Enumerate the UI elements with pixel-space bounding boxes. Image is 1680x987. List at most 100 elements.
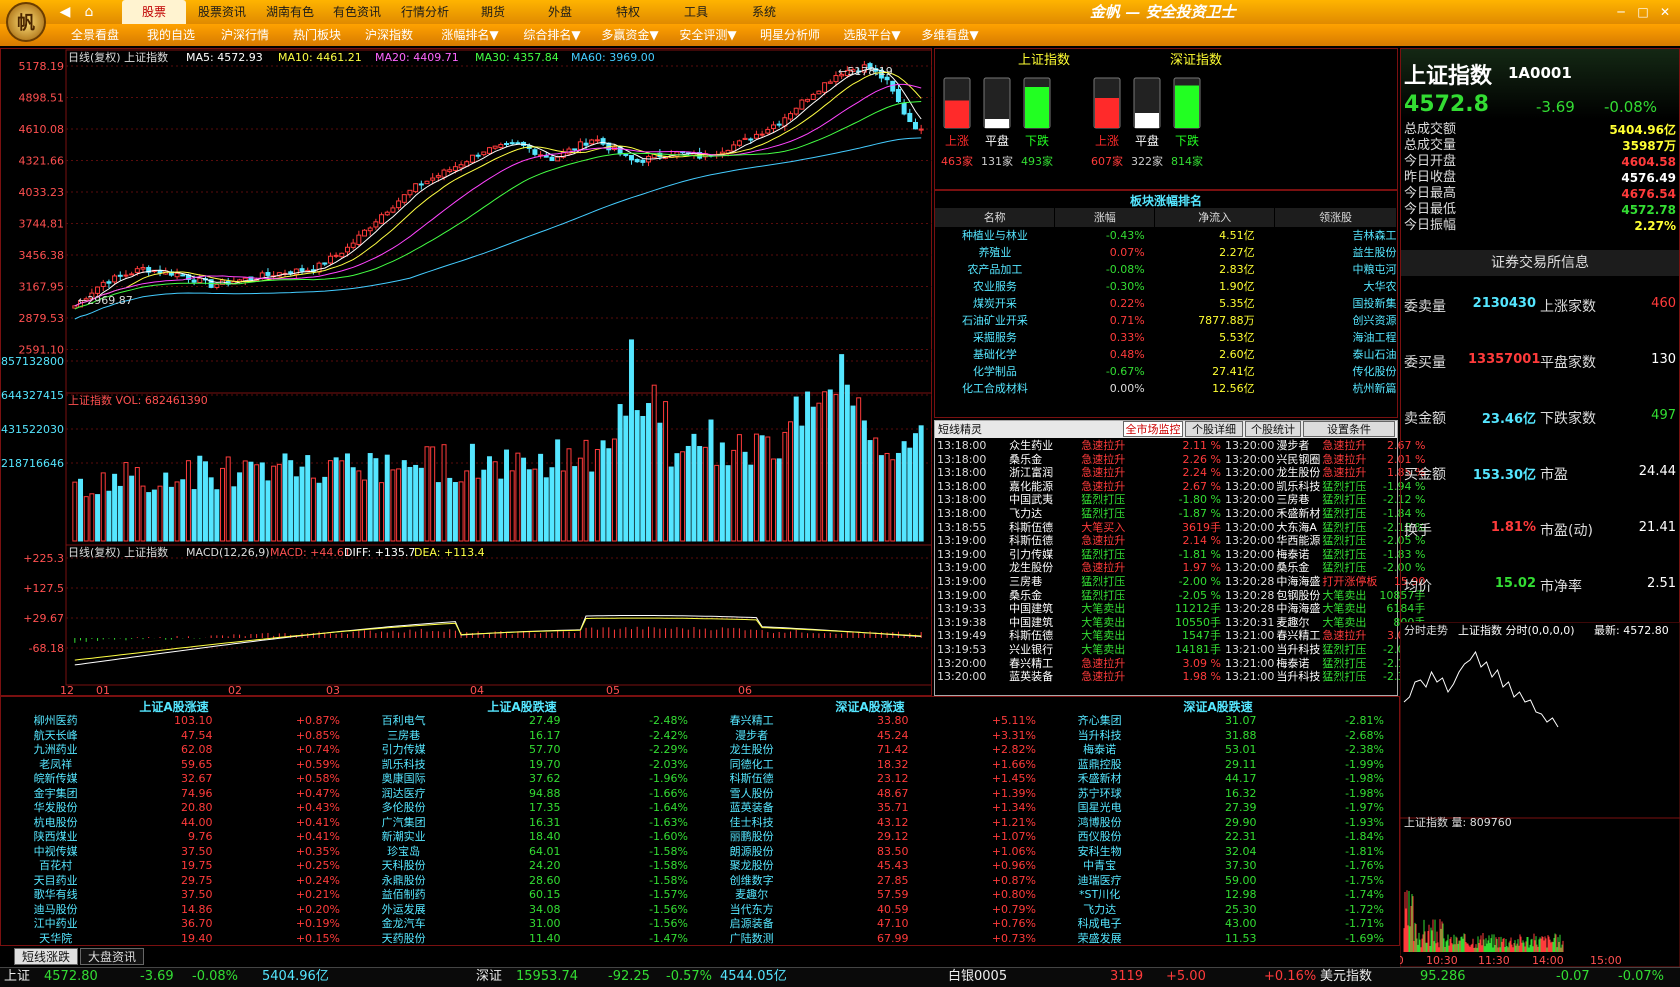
monitor-list-right[interactable]: 13:20:00 漫步者 急速拉升 2.67 % 13:20:00 兴民钢圈 急…	[1224, 439, 1426, 684]
rank-stock[interactable]: 歌华有线	[0, 888, 111, 903]
candle-body[interactable]	[805, 98, 811, 102]
board-row[interactable]: 农产品加工 -0.08% 2.83亿 中粮屯河	[935, 261, 1396, 278]
rank-row[interactable]: 百利电气 27.49 -2.48%	[348, 714, 688, 729]
candle-body[interactable]	[441, 169, 447, 178]
rank-stock[interactable]: 润达医疗	[348, 787, 459, 802]
rank-row[interactable]: 中青宝 37.30 -1.76%	[1044, 859, 1384, 874]
kline-chart[interactable]: 5178.19 4898.51 4610.08 4321.66 4033.23 3744.…	[0, 48, 932, 696]
monitor-stock[interactable]: 大东海A	[1275, 521, 1321, 535]
submenu-item-5[interactable]: 涨幅排名▼	[430, 24, 510, 46]
rank-stock[interactable]: 迪马股份	[0, 903, 111, 918]
board-leader[interactable]: 益生股份	[1275, 244, 1397, 261]
rank-stock[interactable]: 国星光电	[1044, 801, 1155, 816]
rank-stock[interactable]: 雪人股份	[696, 787, 807, 802]
monitor-stock[interactable]: 引力传媒	[1008, 548, 1080, 562]
rank-stock[interactable]: 朗源股份	[696, 845, 807, 860]
bottom-tab-1[interactable]: 大盘资讯	[80, 948, 144, 965]
rank-stock[interactable]: 齐心集团	[1044, 714, 1155, 729]
rank-stock[interactable]: 杭电股份	[0, 816, 111, 831]
rank-stock[interactable]: 禾盛新材	[1044, 772, 1155, 787]
candle-body[interactable]	[748, 138, 754, 141]
monitor-row[interactable]: 13:19:38 中国建筑 大笔卖出 10550手	[936, 616, 1222, 630]
rank-row[interactable]: 西仪股份 22.31 -1.84%	[1044, 830, 1384, 845]
monitor-row[interactable]: 13:18:55 科斯伍德 大笔买入 3619手	[936, 521, 1222, 535]
monitor-row[interactable]: 13:19:00 龙生股份 急速拉升 1.97 %	[936, 561, 1222, 575]
rank-row[interactable]: 安科生物 32.04 -1.81%	[1044, 845, 1384, 860]
candle-body[interactable]	[350, 242, 356, 248]
monitor-stock[interactable]: 中国建筑	[1008, 616, 1080, 630]
monitor-row[interactable]: 13:20:00 大东海A 猛烈打压 -2.18 %	[1224, 521, 1426, 535]
monitor-stock[interactable]: 麦趣尔	[1275, 616, 1321, 630]
rank-stock[interactable]: 启源装备	[696, 917, 807, 932]
monitor-row[interactable]: 13:20:28 中海海盛 打开涨停板 15.90	[1224, 575, 1426, 589]
candle-body[interactable]	[447, 169, 453, 173]
rank-row[interactable]: 天华院 19.40 +0.15%	[0, 932, 340, 947]
status-sz-name[interactable]: 深证	[476, 968, 502, 986]
rank-stock[interactable]: 当升科技	[1044, 729, 1155, 744]
monitor-stock[interactable]: 龙生股份	[1008, 561, 1080, 575]
board-name[interactable]: 采掘服务	[935, 329, 1055, 346]
rank-stock[interactable]: 引力传媒	[348, 743, 459, 758]
board-leader[interactable]: 传化股份	[1275, 363, 1397, 380]
rank-stock[interactable]: 百花村	[0, 859, 111, 874]
rank-stock[interactable]: 江中药业	[0, 917, 111, 932]
monitor-stock[interactable]: 当升科技	[1275, 643, 1321, 657]
board-col-header[interactable]: 领涨股	[1274, 208, 1397, 227]
board-row[interactable]: 化学制品 -0.67% 27.41亿 传化股份	[935, 363, 1397, 380]
rank-stock[interactable]: 丽鹏股份	[696, 830, 807, 845]
rank-row[interactable]: 广汽集团 16.31 -1.63%	[348, 816, 688, 831]
rank-stock[interactable]: 安科生物	[1044, 845, 1155, 860]
candle-body[interactable]	[719, 151, 725, 155]
candle-body[interactable]	[481, 151, 487, 156]
monitor-row[interactable]: 13:19:33 中国建筑 大笔卖出 11212手	[936, 602, 1222, 616]
candle-body[interactable]	[401, 194, 407, 203]
monitor-row[interactable]: 13:19:53 兴业银行 大笔卖出 14181手	[936, 643, 1222, 657]
status-usd-name[interactable]: 美元指数	[1320, 968, 1372, 986]
rank-row[interactable]: 皖新传媒 32.67 +0.58%	[0, 772, 340, 787]
board-name[interactable]: 养殖业	[935, 244, 1055, 261]
candle-body[interactable]	[106, 281, 112, 284]
rank-row[interactable]: 龙生股份 71.42 +2.82%	[696, 743, 1036, 758]
monitor-row[interactable]: 13:20:28 包钢股份 大笔卖出 10857手	[1224, 589, 1426, 603]
rank-stock[interactable]: 多伦股份	[348, 801, 459, 816]
rank-stock[interactable]: 迪瑞医疗	[1044, 874, 1155, 889]
candle-body[interactable]	[197, 277, 203, 284]
monitor-stock[interactable]: 中海海盛	[1275, 602, 1321, 616]
candle-body[interactable]	[498, 144, 504, 148]
submenu-item-1[interactable]: 我的自选	[136, 24, 206, 46]
board-name[interactable]: 农业服务	[935, 278, 1055, 295]
rank-row[interactable]: 益佰制药 60.15 -1.57%	[348, 888, 688, 903]
candle-body[interactable]	[799, 99, 805, 110]
rank-row[interactable]: 金宇集团 74.96 +0.47%	[0, 787, 340, 802]
candle-body[interactable]	[555, 156, 561, 162]
monitor-row[interactable]: 13:21:00 春兴精工 急速拉升 3.07 %	[1224, 629, 1426, 643]
candle-body[interactable]	[112, 275, 118, 283]
rank-row[interactable]: 柳州医药 103.10 +0.87%	[0, 714, 340, 729]
candle-body[interactable]	[640, 159, 646, 163]
rank-row[interactable]: 迪瑞医疗 59.00 -1.75%	[1044, 874, 1384, 889]
candle-body[interactable]	[509, 142, 515, 145]
monitor-stock[interactable]: 禾盛新材	[1275, 507, 1321, 521]
rank-row[interactable]: 金龙汽车 31.00 -1.56%	[348, 917, 688, 932]
monitor-stock[interactable]: 梅泰诺	[1275, 548, 1321, 562]
rank-row[interactable]: 江中药业 36.70 +0.19%	[0, 917, 340, 932]
candle-body[interactable]	[379, 214, 385, 224]
monitor-row[interactable]: 13:21:00 当升科技 猛烈打压 -2.38 %	[1224, 670, 1426, 684]
submenu-item-11[interactable]: 多维看盘▼	[910, 24, 990, 46]
rank-stock[interactable]: 广汽集团	[348, 816, 459, 831]
rank-table-0[interactable]: 柳州医药 103.10 +0.87% 航天长峰 47.54 +0.85% 九洲药…	[0, 714, 340, 946]
rank-row[interactable]: 歌华有线 37.50 +0.21%	[0, 888, 340, 903]
rank-row[interactable]: 天目药业 29.75 +0.24%	[0, 874, 340, 889]
board-leader[interactable]: 创兴资源	[1275, 312, 1397, 329]
rank-stock[interactable]: 漫步者	[696, 729, 807, 744]
candle-body[interactable]	[788, 113, 794, 120]
rank-row[interactable]: 聚龙股份 45.43 +0.96%	[696, 859, 1036, 874]
rank-stock[interactable]: 陕西煤业	[0, 830, 111, 845]
rank-stock[interactable]: 中青宝	[1044, 859, 1155, 874]
monitor-stock[interactable]: 龙生股份	[1275, 466, 1321, 480]
submenu-item-3[interactable]: 热门板块	[282, 24, 352, 46]
candle-body[interactable]	[736, 140, 742, 146]
candle-body[interactable]	[765, 128, 771, 134]
board-leader[interactable]: 大华农	[1275, 278, 1397, 295]
candle-body[interactable]	[475, 154, 481, 157]
